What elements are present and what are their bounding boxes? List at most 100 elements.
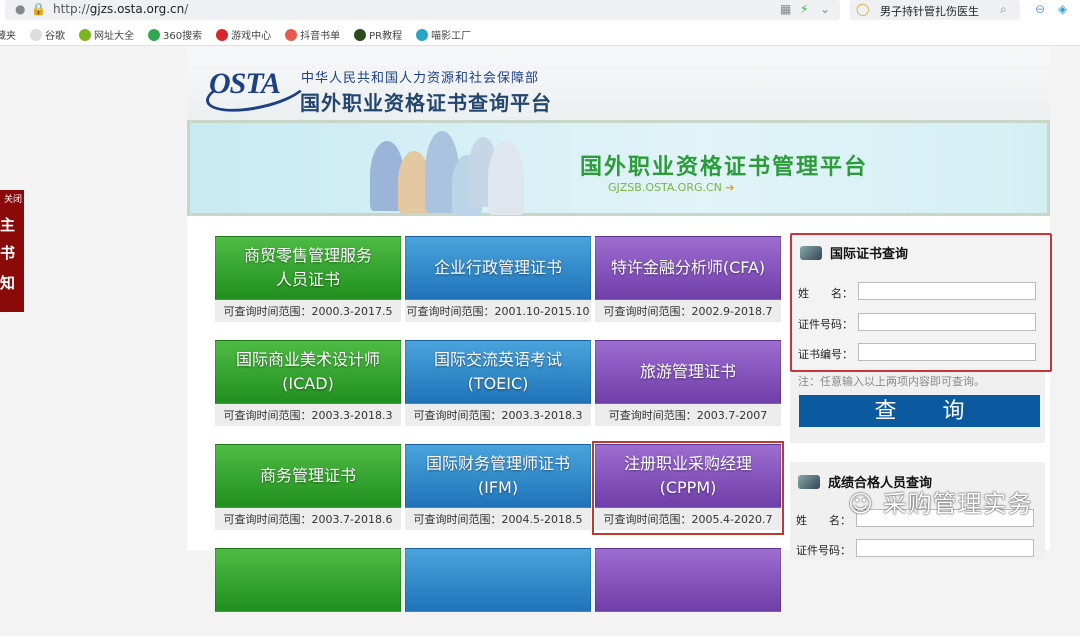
tile-range: 可查询时间范围： 2003.3-2018.3 [215, 404, 401, 426]
bookmark-label: 喵影工厂 [431, 31, 472, 42]
bookmark-item[interactable]: 游戏中心 [216, 27, 271, 42]
tile-title[interactable]: 旅游管理证书 [595, 340, 781, 404]
computer-icon [798, 475, 820, 489]
tile-title[interactable]: 国际财务管理师证书 (IFM) [405, 444, 591, 508]
people-image [370, 129, 530, 215]
range-label: 可查询时间范围： [223, 305, 312, 318]
cert-label: 证书编号： [798, 348, 853, 361]
name-label: 姓 名： [798, 287, 853, 300]
range-value: 2003.7-2018.6 [311, 512, 393, 526]
tile-title[interactable]: 国际交流英语考试 (TOEIC) [405, 340, 591, 404]
address-bar[interactable]: ● 🔒 http://gjzs.osta.org.cn/ ▦ ⚡ ⌄ [5, 0, 840, 20]
range-label: 可查询时间范围： [406, 305, 495, 318]
banner-url[interactable]: GJZSB.OSTA.ORG.CN ➜ [608, 181, 735, 194]
tile-title[interactable]: 国际商业美术设计师 (ICAD) [215, 340, 401, 404]
range-label: 可查询时间范围： [223, 513, 312, 526]
bookmark-icon [416, 29, 429, 41]
url-suffix: / [184, 2, 189, 16]
lightning-icon[interactable]: ⚡ [800, 2, 808, 16]
certificate-tile[interactable]: 旅游管理证书 可查询时间范围： 2003.7-2007 [595, 340, 781, 428]
cert-row: 证书编号： [798, 343, 1036, 362]
banner[interactable]: 国外职业资格证书管理平台 GJZSB.OSTA.ORG.CN ➜ [187, 120, 1050, 216]
banner-title: 国外职业资格证书管理平台 [580, 155, 869, 180]
certificate-tile[interactable]: 企业行政管理证书 可查询时间范围： 2001.10-2015.10 [405, 236, 591, 324]
certificate-tile-partial[interactable] [405, 548, 591, 636]
search-engine-icon[interactable]: ◯ [856, 2, 869, 16]
score-id-input[interactable] [856, 539, 1034, 557]
score-name-row: 姓 名： [796, 509, 1034, 528]
cert-query-title-text: 国际证书查询 [830, 247, 909, 262]
certificate-tile[interactable]: 注册职业采购经理 (CPPM) 可查询时间范围： 2005.4-2020.7 [592, 441, 784, 535]
bookmark-item[interactable]: 谷歌 [30, 27, 65, 42]
name-input[interactable] [858, 282, 1036, 300]
cert-number-input[interactable] [858, 343, 1036, 361]
notice-char: 知 [0, 274, 16, 292]
address-bar-area: ● 🔒 http://gjzs.osta.org.cn/ ▦ ⚡ ⌄ ◯ 男子持… [0, 0, 1080, 24]
score-id-row: 证件号码： [796, 539, 1034, 558]
range-value: 2003.3-2018.3 [311, 408, 393, 422]
url-prefix: http:// [53, 2, 90, 16]
bookmark-item[interactable]: PR教程 [354, 27, 402, 42]
range-label: 可查询时间范围： [603, 513, 692, 526]
close-link[interactable]: 关闭 [4, 192, 22, 205]
id-label: 证件号码： [798, 318, 853, 331]
certificate-tile[interactable]: 商务管理证书可查询时间范围： 2003.7-2018.6 [215, 444, 401, 532]
certificate-tile[interactable]: 商贸零售管理服务 人员证书 可查询时间范围： 2000.3-2017.5 [215, 236, 401, 324]
tile-range: 可查询时间范围： 2003.7-2007 [595, 404, 781, 426]
bookmark-label: 抖音书单 [300, 31, 341, 42]
certificate-tile[interactable]: 国际商业美术设计师 (ICAD) 可查询时间范围： 2003.3-2018.3 [215, 340, 401, 428]
tile-title[interactable]: 商务管理证书 [215, 444, 401, 508]
url-text[interactable]: http://gjzs.osta.org.cn/ [53, 2, 188, 16]
certificate-tile-partial[interactable] [215, 548, 401, 636]
computer-icon [800, 246, 822, 260]
score-id-label: 证件号码： [796, 544, 851, 557]
tile-title[interactable]: 注册职业采购经理 (CPPM) [595, 444, 781, 508]
tile-title[interactable] [595, 548, 781, 612]
chevron-down-icon[interactable]: ⌄ [820, 2, 830, 16]
qr-icon[interactable]: ▦ [780, 2, 791, 16]
bookmark-label: 网址大全 [94, 31, 134, 42]
cert-query-form: 国际证书查询 姓 名： 证件号码： 证书编号： [790, 233, 1052, 372]
tile-title[interactable]: 特许金融分析师(CFA) [595, 236, 781, 300]
bookmark-icon [285, 29, 298, 41]
security-icon[interactable]: 🔒 [31, 2, 46, 16]
watermark: ☺ 采购管理实务 [848, 484, 1033, 519]
bookmark-item[interactable]: 抖音书单 [285, 27, 340, 42]
score-name-label: 姓 名： [796, 514, 851, 527]
range-value: 2000.3-2017.5 [311, 304, 393, 318]
tile-range: 可查询时间范围： 2004.5-2018.5 [405, 508, 591, 530]
tile-title[interactable] [405, 548, 591, 612]
name-row: 姓 名： [798, 282, 1036, 301]
range-value: 2003.7-2007 [696, 408, 768, 422]
query-button[interactable]: 查 询 [799, 395, 1040, 427]
search-input[interactable]: 男子持针管扎伤医生 [880, 3, 979, 19]
certificate-tile[interactable]: 特许金融分析师(CFA) 可查询时间范围： 2002.9-2018.7 [595, 236, 781, 324]
notice-char: 书 [0, 244, 16, 262]
arrow-icon: ➜ [725, 181, 735, 194]
search-icon[interactable]: ⌕ [1000, 2, 1007, 17]
banner-url-text: GJZSB.OSTA.ORG.CN [608, 181, 722, 194]
bookmark-item[interactable]: 360搜索 [148, 27, 202, 42]
site-header: OSTA 中华人民共和国人力资源和社会保障部 国外职业资格证书查询平台 [187, 47, 1050, 120]
extension-icon[interactable]: ◈ [1058, 2, 1067, 16]
certificate-tile[interactable]: 国际交流英语考试 (TOEIC) 可查询时间范围： 2003.3-2018.3 [405, 340, 591, 428]
tile-title[interactable]: 企业行政管理证书 [405, 236, 591, 300]
tile-range: 可查询时间范围： 2000.3-2017.5 [215, 300, 401, 322]
search-box[interactable]: ◯ 男子持针管扎伤医生 ⌕ [850, 0, 1020, 20]
certificate-tile-partial[interactable] [595, 548, 781, 636]
certificate-tile[interactable]: 国际财务管理师证书 (IFM) 可查询时间范围： 2004.5-2018.5 [405, 444, 591, 532]
tile-title[interactable] [215, 548, 401, 612]
bookmark-item[interactable]: 藏夹 [0, 27, 16, 42]
osta-logo[interactable]: OSTA [209, 67, 281, 101]
id-row: 证件号码： [798, 313, 1036, 332]
bookmark-icon [79, 29, 91, 41]
range-value: 2005.4-2020.7 [691, 512, 773, 526]
tile-range: 可查询时间范围： 2003.3-2018.3 [405, 404, 591, 426]
id-number-input[interactable] [858, 313, 1036, 331]
tile-title[interactable]: 商贸零售管理服务 人员证书 [215, 236, 401, 300]
bookmark-item[interactable]: 网址大全 [79, 27, 134, 42]
ministry-name: 中华人民共和国人力资源和社会保障部 [301, 71, 540, 86]
bookmark-item[interactable]: 喵影工厂 [416, 27, 471, 42]
range-value: 2003.3-2018.3 [501, 408, 583, 422]
menu-icon[interactable]: ⊖ [1035, 2, 1045, 16]
